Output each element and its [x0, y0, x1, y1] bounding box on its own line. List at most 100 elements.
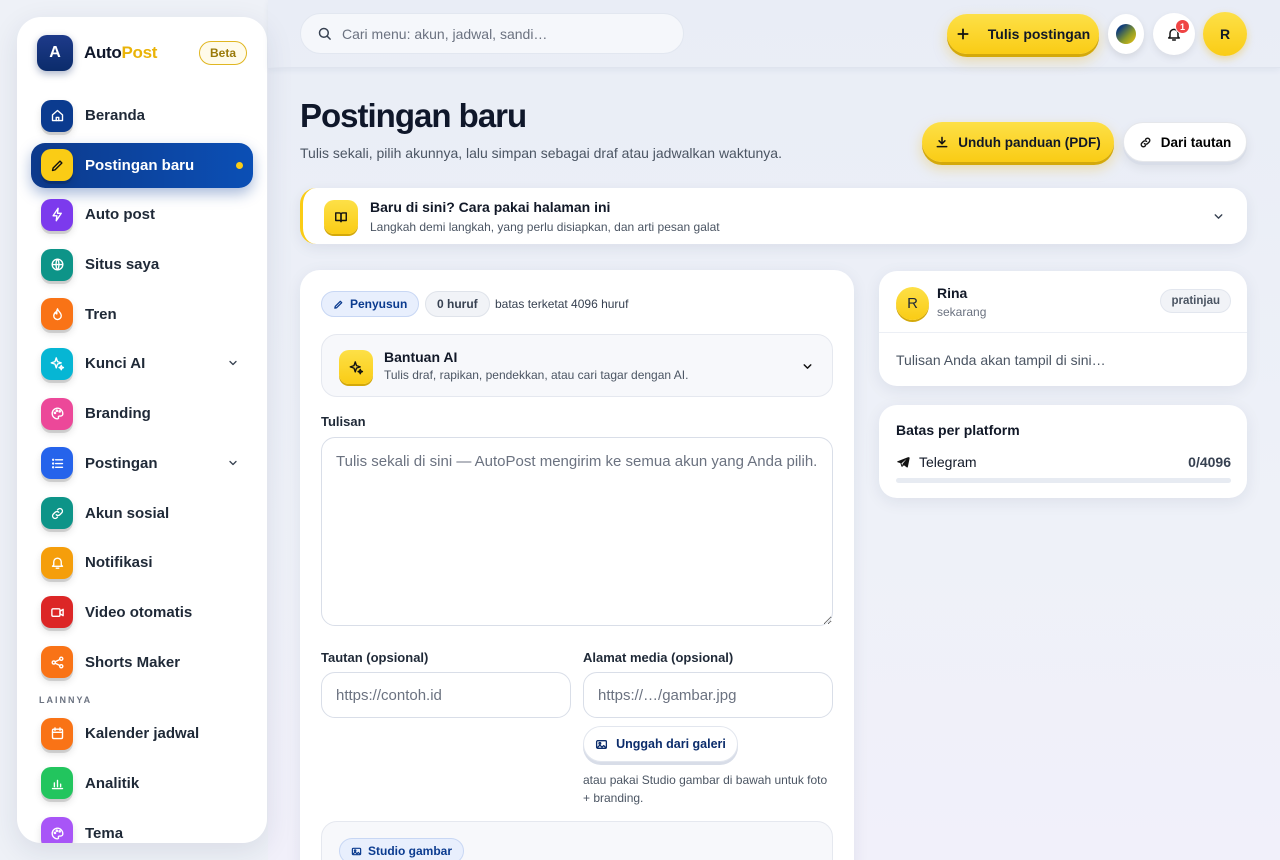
platform-limits-title: Batas per platform	[896, 422, 1020, 438]
preview-card: R Rina sekarang pratinjau Tulisan Anda a…	[879, 271, 1247, 386]
user-avatar[interactable]: R	[1203, 12, 1247, 56]
help-banner[interactable]: Baru di sini? Cara pakai halaman ini Lan…	[300, 188, 1247, 244]
brand-name: AutoPost	[84, 43, 158, 62]
media-label: Alamat media (opsional)	[583, 650, 734, 665]
post-text-area[interactable]	[321, 437, 833, 626]
brand[interactable]: A AutoPost Beta	[37, 35, 247, 71]
sidebar-item-postingan-baru[interactable]: Postingan baru	[31, 142, 253, 188]
topbar: Tulis postingan 1 R	[268, 0, 1280, 68]
sidebar-item-situs-saya[interactable]: Situs saya	[31, 242, 253, 287]
theme-toggle[interactable]	[1108, 14, 1144, 54]
sidebar-item-beranda[interactable]: Beranda	[31, 93, 253, 138]
image-studio-panel: Studio gambar	[321, 821, 833, 860]
composer-card: Penyusun 0 huruf batas terketat 4096 hur…	[300, 270, 854, 860]
search-input[interactable]	[342, 25, 662, 42]
page-subtitle: Tulis sekali, pilih akunnya, lalu simpan…	[300, 145, 782, 161]
notifications-button[interactable]: 1	[1153, 13, 1195, 55]
sidebar-item-shorts-maker[interactable]: Shorts Maker	[31, 640, 253, 685]
sidebar-item-akun-sosial[interactable]: Akun sosial	[31, 491, 253, 536]
telegram-icon	[897, 457, 910, 468]
sidebar-item-label: Akun sosial	[85, 504, 170, 522]
chevron-down-icon	[229, 460, 237, 465]
sidebar-item-tren[interactable]: Tren	[31, 292, 253, 337]
book-icon	[324, 200, 358, 234]
bolt-icon	[41, 198, 73, 231]
from-link-button[interactable]: Dari tautan	[1123, 122, 1247, 162]
beta-badge: Beta	[198, 41, 247, 65]
pencil-icon	[41, 149, 73, 182]
sidebar-item-label: Notifikasi	[85, 554, 153, 572]
palette-icon	[41, 817, 73, 843]
link-icon	[41, 497, 73, 529]
link-icon	[1140, 137, 1151, 147]
sidebar-item-label: Shorts Maker	[85, 653, 181, 671]
sidebar-section-label: LAINNYA	[39, 695, 93, 706]
sidebar-item-kalender-jadwal[interactable]: Kalender jadwal	[31, 711, 253, 756]
ai-assist-subtitle: Tulis draf, rapikan, pendekkan, atau car…	[384, 368, 689, 382]
home-icon	[41, 99, 73, 132]
platform-limit-row: Telegram 0/4096	[896, 453, 1231, 471]
search-icon	[318, 27, 331, 40]
sidebar-item-label: Tren	[85, 305, 117, 323]
active-indicator	[236, 161, 243, 169]
media-url-input[interactable]	[583, 672, 833, 718]
link-input[interactable]	[321, 672, 571, 718]
preview-time: sekarang	[937, 305, 987, 319]
sidebar-item-branding[interactable]: Branding	[31, 391, 253, 436]
sidebar-item-label: Postingan baru	[85, 156, 195, 174]
preview-body: Tulisan Anda akan tampil di sini…	[896, 352, 1106, 368]
sidebar-item-analitik[interactable]: Analitik	[31, 761, 253, 806]
sidebar-item-label: Situs saya	[85, 256, 160, 274]
image-icon	[596, 739, 608, 749]
brand-logo: A	[37, 35, 73, 71]
platform-char-count: 0/4096	[1188, 454, 1231, 470]
preview-tag: pratinjau	[1160, 289, 1231, 313]
sidebar-item-label: Tema	[85, 824, 124, 842]
list-icon	[41, 447, 73, 480]
plus-icon	[957, 28, 969, 40]
sidebar-item-label: Kalender jadwal	[85, 725, 200, 743]
from-link-label: Dari tautan	[1160, 134, 1232, 150]
composer-mode-label: Penyusun	[350, 297, 408, 311]
sidebar-item-video-otomatis[interactable]: Video otomatis	[31, 590, 253, 635]
ai-assist-title: Bantuan AI	[384, 349, 458, 365]
composer-mode-pill[interactable]: Penyusun	[321, 291, 420, 317]
sidebar-item-label: Video otomatis	[85, 603, 193, 621]
upload-gallery-label: Unggah dari galeri	[616, 737, 726, 751]
sidebar-item-kunci-ai[interactable]: Kunci AI	[31, 341, 253, 386]
sidebar-item-notifikasi[interactable]: Notifikasi	[31, 540, 253, 585]
write-post-label: Tulis postingan	[987, 26, 1091, 42]
platform-name: Telegram	[919, 454, 977, 470]
chart-icon	[41, 767, 73, 800]
download-guide-button[interactable]: Unduh panduan (PDF)	[922, 122, 1114, 162]
sidebar-item-auto-post[interactable]: Auto post	[31, 192, 253, 237]
image-studio-pill[interactable]: Studio gambar	[339, 838, 465, 860]
sidebar-item-postingan[interactable]: Postingan	[31, 441, 253, 486]
calendar-icon	[41, 717, 73, 750]
flame-icon	[41, 298, 73, 331]
share-icon	[41, 646, 73, 679]
sidebar-item-label: Kunci AI	[85, 355, 146, 373]
chevron-down-icon	[803, 364, 812, 369]
sparkle-icon	[41, 347, 73, 380]
media-hint: atau pakai Studio gambar di bawah untuk …	[583, 773, 828, 805]
sidebar-item-label: Postingan	[85, 454, 158, 472]
palette-icon	[41, 397, 73, 430]
sidebar-item-label: Branding	[85, 405, 151, 423]
chevron-down-icon	[229, 361, 237, 366]
write-post-button[interactable]: Tulis postingan	[947, 14, 1099, 54]
sidebar-item-tema[interactable]: Tema	[31, 811, 253, 843]
upload-gallery-button[interactable]: Unggah dari galeri	[583, 726, 738, 762]
pencil-icon	[334, 300, 343, 309]
download-icon	[936, 136, 948, 148]
help-banner-title: Baru di sini? Cara pakai halaman ini	[370, 199, 611, 215]
char-limit-text: batas terketat 4096 huruf	[495, 297, 629, 311]
sidebar-item-label: Analitik	[85, 774, 140, 792]
globe-icon	[41, 248, 73, 281]
sparkle-icon	[339, 350, 373, 384]
help-banner-subtitle: Langkah demi langkah, yang perlu disiapk…	[370, 220, 720, 234]
image-studio-label: Studio gambar	[368, 844, 453, 858]
image-icon	[351, 847, 362, 855]
preview-name: Rina	[937, 285, 968, 301]
ai-assist-panel[interactable]: Bantuan AI Tulis draf, rapikan, pendekka…	[321, 334, 833, 397]
